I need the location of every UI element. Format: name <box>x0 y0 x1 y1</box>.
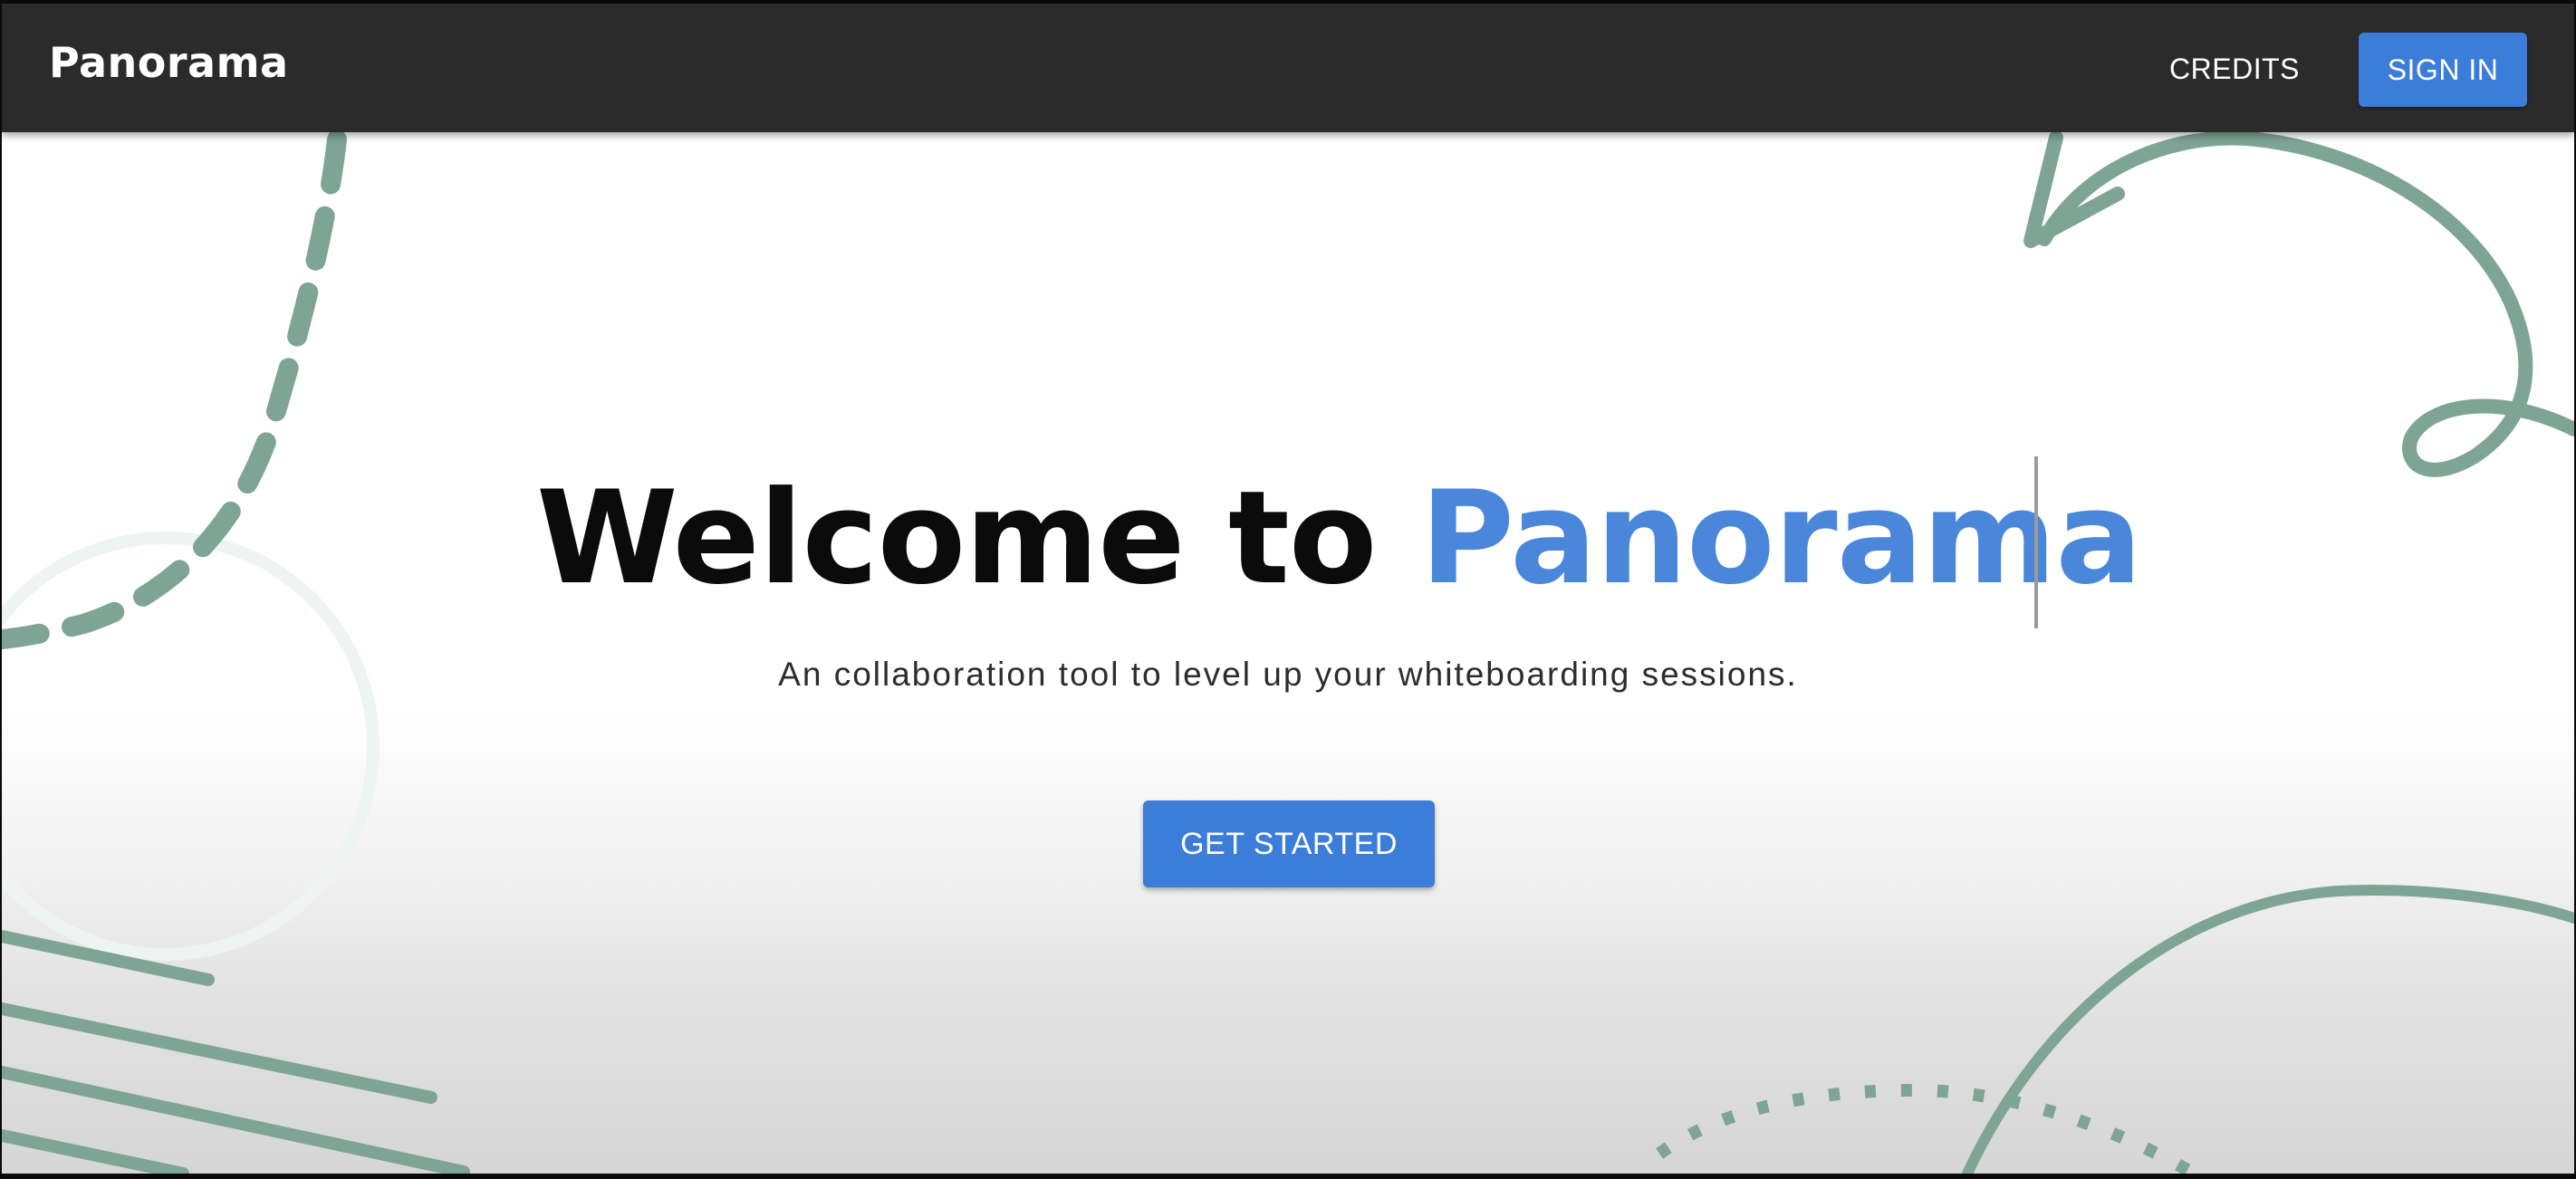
diagonal-line-decoration <box>2 1129 189 1174</box>
brand-logo[interactable]: Panorama <box>49 38 289 87</box>
sign-in-button[interactable]: SIGN IN <box>2359 33 2527 107</box>
top-navbar: Panorama CREDITS SIGN IN <box>2 4 2574 132</box>
curly-arrow-decoration <box>2037 130 2574 477</box>
hero-title-accent: Panorama <box>1419 464 2142 613</box>
hero-subtitle: An collaboration tool to level up your w… <box>778 656 1798 693</box>
text-caret <box>2034 456 2038 628</box>
hero-title: Welcome to Panorama <box>536 462 2142 616</box>
faint-circle-decoration <box>2 532 380 961</box>
app-window: Panorama CREDITS SIGN IN Welcome to Pano… <box>2 4 2574 1174</box>
credits-button[interactable]: CREDITS <box>2158 34 2312 103</box>
get-started-button[interactable]: GET STARTED <box>1143 800 1435 887</box>
hero-title-prefix: Welcome to <box>536 464 1420 613</box>
arrow-head-decoration <box>2023 130 2125 248</box>
arc-decoration <box>1962 885 2574 1174</box>
dotted-arc-decoration <box>1655 1083 2197 1174</box>
